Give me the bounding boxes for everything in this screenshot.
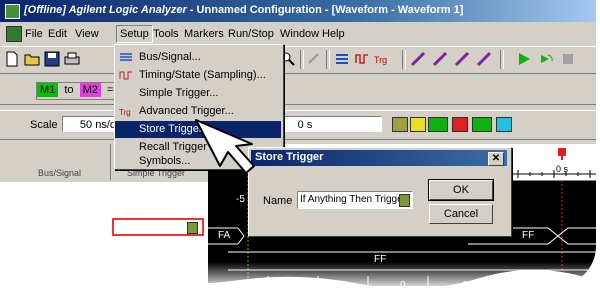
name-label: Name (263, 195, 293, 207)
trigger-name-value: If Anything Then Trigger (300, 194, 406, 205)
new-file-icon[interactable] (4, 51, 20, 67)
svg-text:Trg: Trg (119, 108, 131, 117)
run-icon[interactable] (516, 51, 532, 67)
menu-run-stop[interactable]: Run/Stop (228, 28, 274, 40)
save-icon[interactable] (44, 51, 60, 67)
stop-icon[interactable] (560, 51, 576, 67)
bus-signal-icon (120, 53, 132, 61)
marker-tool-icon[interactable] (410, 51, 426, 67)
scale-row: Scale 50 ns/d 0 s (0, 110, 596, 140)
toolbar-separator (500, 50, 504, 69)
toolbar-separator (402, 50, 406, 69)
ruler-zero-label: 0 s (556, 164, 569, 174)
run-repetitive-icon[interactable] (538, 51, 554, 67)
waveform-minus-label: -5 (236, 194, 245, 205)
marker-tool-3-icon[interactable] (454, 51, 470, 67)
sampling-tool-icon[interactable] (354, 51, 370, 67)
toolbar-separator (326, 50, 330, 69)
trigger-tool-icon[interactable]: Trg (374, 51, 390, 67)
title-bar: [Offline] Agilent Logic Analyzer - Unnam… (0, 0, 596, 22)
menu-edit[interactable]: Edit (48, 28, 67, 40)
dialog-title: Store Trigger (255, 151, 324, 163)
ok-button[interactable]: OK (428, 179, 494, 201)
nav-prev-edge-icon[interactable] (428, 117, 448, 132)
marker-tool-4-icon[interactable] (476, 51, 492, 67)
menu-markers[interactable]: Markers (184, 28, 224, 40)
bus-signal-tool-icon[interactable] (334, 51, 350, 67)
nav-trigger-icon[interactable] (452, 117, 468, 132)
open-folder-icon[interactable] (24, 51, 40, 67)
menu-item-bus-signal[interactable]: Bus/Signal... (115, 49, 281, 66)
marker-row: M1 to M2 = 500 (0, 76, 596, 105)
menu-file[interactable]: File (25, 28, 43, 40)
marker-tool-2-icon[interactable] (432, 51, 448, 67)
sampling-icon (119, 71, 132, 80)
menu-bar: File Edit View Setup Tools Markers Run/S… (0, 24, 596, 44)
waveform-value-ff: FF (522, 230, 535, 241)
print-icon[interactable] (64, 51, 80, 67)
scale-label: Scale (30, 119, 58, 131)
application-window: [Offline] Agilent Logic Analyzer - Unnam… (0, 0, 596, 286)
window-title-offline: [Offline] Agilent Logic Analyzer (24, 4, 187, 16)
toolbar-separator (300, 50, 304, 69)
document-icon[interactable] (6, 26, 22, 42)
menu-tools[interactable]: Tools (153, 28, 179, 40)
app-icon (5, 4, 20, 19)
marker-m1: M1 (37, 83, 59, 97)
trigger-name-editor-icon[interactable] (399, 194, 410, 207)
marker-m2: M2 (79, 83, 101, 97)
trig-icon: Trg (119, 108, 131, 117)
waveform-value-fa: FA (218, 230, 231, 241)
column-bus-signal[interactable]: Bus/Signal (38, 168, 81, 178)
window-title: - Unnamed Configuration - [Waveform - Wa… (186, 4, 464, 16)
trigger-editor-icon[interactable] (187, 222, 198, 234)
marker-to: to (64, 84, 74, 96)
menu-setup[interactable]: Setup (116, 25, 153, 43)
nav-first-icon[interactable] (392, 117, 408, 132)
torn-edge-decoration (0, 262, 600, 291)
trigger-name-field[interactable]: If Anything Then Trigger (297, 191, 413, 209)
menu-item-simple-trigger[interactable]: Simple Trigger... (115, 85, 281, 102)
cancel-button[interactable]: Cancel (429, 204, 493, 224)
store-trigger-dialog: Store Trigger ✕ Name If Anything Then Tr… (248, 147, 512, 237)
svg-text:Trg: Trg (374, 55, 387, 65)
simple-trigger-cell[interactable] (112, 218, 204, 236)
nav-prev-icon[interactable] (410, 117, 426, 132)
nav-next-edge-icon[interactable] (472, 117, 492, 132)
menu-help[interactable]: Help (322, 28, 345, 40)
menu-view[interactable]: View (75, 28, 99, 40)
menu-item-timing-state[interactable]: Timing/State (Sampling)... (115, 67, 281, 84)
cursor-tool-icon[interactable] (306, 51, 322, 67)
toolbar: Trg (0, 46, 596, 74)
scale-input[interactable]: 50 ns/d (62, 116, 120, 132)
nav-next-icon[interactable] (496, 117, 512, 132)
menu-window[interactable]: Window (280, 28, 319, 40)
close-icon[interactable]: ✕ (488, 152, 504, 166)
dialog-title-bar: Store Trigger ✕ (251, 150, 507, 166)
pointer-arrow-icon (195, 119, 255, 174)
